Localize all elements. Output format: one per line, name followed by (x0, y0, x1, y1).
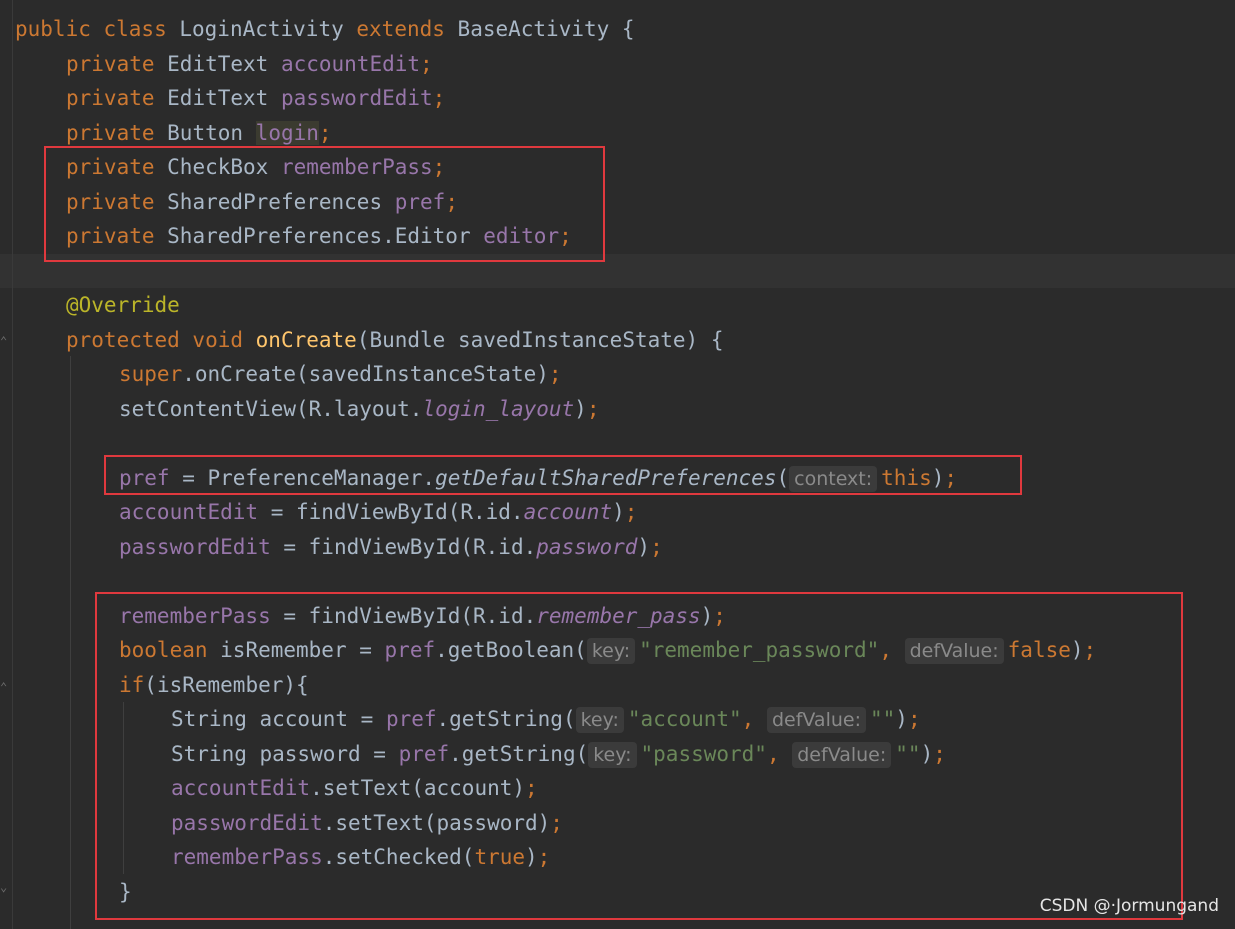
code-token: @Override (66, 293, 180, 317)
code-token: (Bundle savedInstanceState) { (356, 328, 724, 352)
code-token: ; (548, 362, 562, 386)
code-line[interactable]: passwordEdit = findViewById(R.id.passwor… (119, 530, 663, 564)
code-editor[interactable]: ⌃ ⌃ ⌄ public class LoginActivity extends… (0, 0, 1235, 929)
code-line[interactable]: @Override (66, 288, 180, 322)
code-token: super (119, 362, 183, 386)
code-token: EditText (167, 86, 281, 110)
code-token: ) (612, 500, 625, 524)
code-token: BaseActivity { (457, 17, 635, 41)
watermark: CSDN @·Jormungand (1039, 896, 1219, 916)
code-line[interactable]: accountEdit = findViewById(R.id.account)… (119, 495, 637, 529)
code-token: ; (432, 86, 446, 110)
indent-guide (70, 356, 71, 929)
fold-marker-icon[interactable]: ⌄ (0, 880, 11, 894)
code-token: accountEdit (280, 52, 421, 76)
highlight-box-fields (44, 146, 605, 262)
code-token: EditText (167, 52, 281, 76)
code-token: account (523, 500, 613, 524)
code-token: private (66, 52, 168, 76)
code-token: = findViewById(R.id. (283, 535, 537, 559)
code-token: ; (650, 535, 663, 559)
code-line[interactable]: super.onCreate(savedInstanceState); (119, 357, 562, 391)
code-line[interactable]: private EditText accountEdit; (66, 47, 433, 81)
code-token: passwordEdit (119, 535, 284, 559)
code-token: password (536, 535, 638, 559)
code-token: .onCreate(savedInstanceState) (182, 362, 549, 386)
code-token: accountEdit (119, 500, 271, 524)
code-token: = findViewById(R.id. (270, 500, 524, 524)
code-line[interactable]: setContentView(R.layout.login_layout); (119, 392, 599, 426)
code-token: login (255, 121, 319, 145)
code-token: private (66, 86, 168, 110)
code-token: onCreate (255, 328, 357, 352)
highlight-box-pref (104, 455, 1022, 495)
code-line[interactable]: private EditText passwordEdit; (66, 81, 445, 115)
code-token: extends (356, 17, 458, 41)
code-token: ; (624, 500, 638, 524)
code-line[interactable]: protected void onCreate(Bundle savedInst… (66, 323, 723, 357)
code-token: ; (586, 397, 600, 421)
code-line[interactable]: public class LoginActivity extends BaseA… (15, 12, 635, 46)
fold-marker-icon[interactable]: ⌃ (0, 334, 11, 348)
code-token: login_layout (422, 397, 575, 421)
gutter-divider (12, 0, 13, 929)
code-token: private (66, 121, 168, 145)
code-token: ) (574, 397, 587, 421)
code-token: protected void (66, 328, 256, 352)
code-line[interactable]: private Button login; (66, 116, 332, 150)
code-token: Button (167, 121, 256, 145)
code-token: setContentView(R.layout. (119, 397, 423, 421)
code-token: passwordEdit (280, 86, 433, 110)
code-token: ; (318, 121, 332, 145)
code-token: LoginActivity (179, 17, 357, 41)
code-token: ; (420, 52, 433, 76)
code-token: public class (15, 17, 180, 41)
code-token: ) (637, 535, 651, 559)
highlight-box-remember (95, 592, 1183, 920)
fold-marker-icon[interactable]: ⌃ (0, 680, 11, 694)
